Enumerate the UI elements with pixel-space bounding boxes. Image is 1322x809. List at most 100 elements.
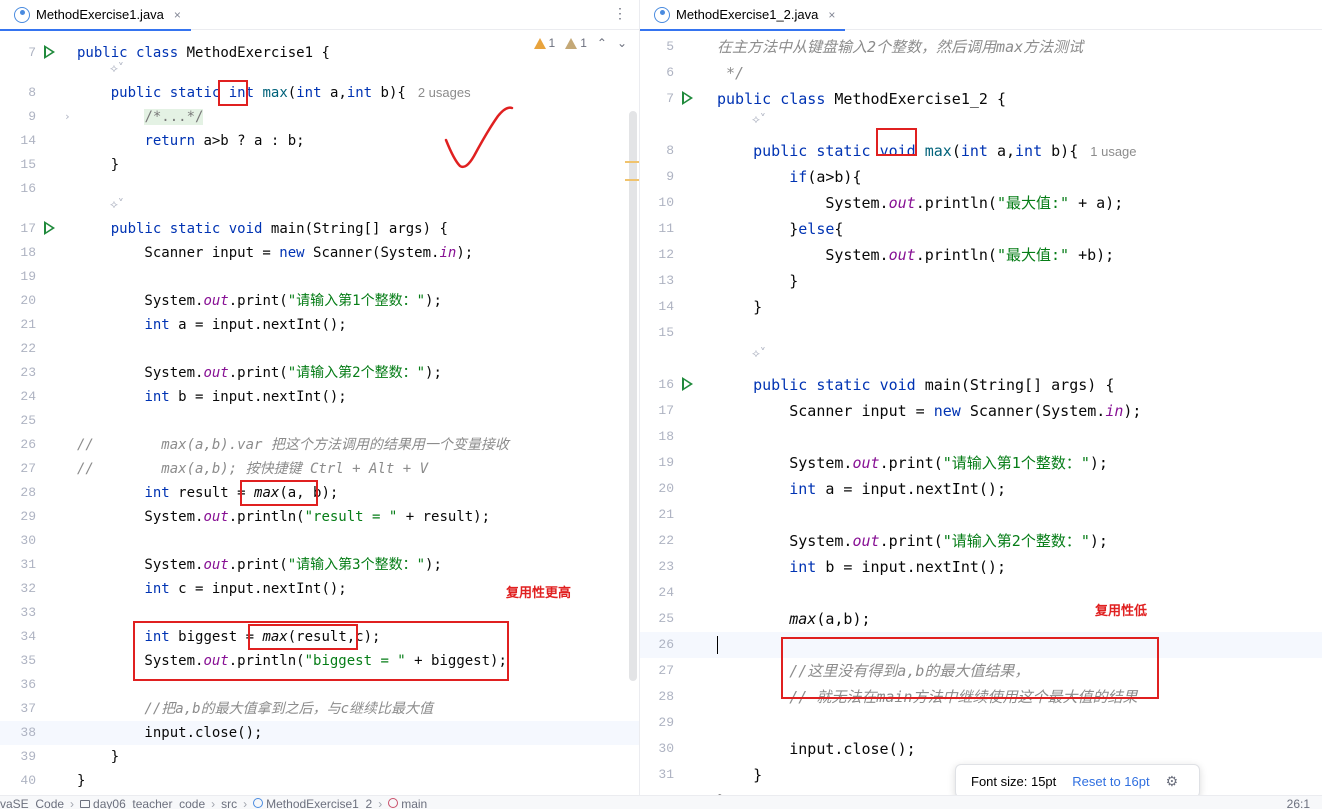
code-text: } — [77, 157, 120, 173]
breadcrumb-module[interactable]: day06_teacher_code — [80, 797, 205, 809]
line-number: 32 — [640, 788, 674, 795]
code-line[interactable]: 8 public static void max(int a,int b){1 … — [640, 138, 1322, 164]
fold-chevron-icon[interactable]: › — [64, 105, 71, 129]
reset-font-size-link[interactable]: Reset to 16pt — [1072, 774, 1149, 789]
breadcrumb-project[interactable]: vaSE_Code — [0, 797, 64, 809]
code-line[interactable]: 15 } — [0, 153, 639, 177]
ai-hint-icon[interactable]: ⟡˅ — [752, 112, 766, 127]
code-line[interactable]: 16 public static void main(String[] args… — [640, 372, 1322, 398]
code-text: int a = input.nextInt(); — [789, 480, 1006, 498]
gear-icon[interactable]: ⚙ — [1166, 773, 1179, 790]
code-line[interactable]: 21 — [640, 502, 1322, 528]
code-text: int b = input.nextInt(); — [789, 558, 1006, 576]
code-line[interactable]: 25 max(a,b); — [640, 606, 1322, 632]
line-number: 17 — [658, 403, 674, 418]
line-number: 31 — [20, 557, 36, 572]
code-text: } — [717, 272, 799, 290]
code-line[interactable]: 14 } — [640, 294, 1322, 320]
code-text: input.close(); — [717, 740, 916, 758]
caret-position[interactable]: 26:1 — [1287, 797, 1310, 809]
code-line[interactable]: 25 — [0, 409, 639, 433]
line-number: 33 — [20, 605, 36, 620]
code-line[interactable]: 23 int b = input.nextInt(); — [640, 554, 1322, 580]
code-line[interactable]: 31 System.out.print("请输入第3个整数："); — [0, 553, 639, 577]
code-line[interactable]: 19 System.out.print("请输入第1个整数："); — [640, 450, 1322, 476]
tab-methodexercise1-2[interactable]: MethodExercise1_2.java × — [640, 0, 846, 31]
code-line[interactable]: 10 System.out.println("最大值:" + a); — [640, 190, 1322, 216]
code-line[interactable]: 26 // max(a,b).var 把这个方法调用的结果用一个变量接收 — [0, 433, 639, 457]
ai-hint-icon[interactable]: ⟡˅ — [752, 346, 766, 361]
breadcrumb-method[interactable]: main — [388, 797, 427, 809]
code-line[interactable]: 18 — [640, 424, 1322, 450]
run-icon[interactable] — [682, 91, 693, 105]
code-line[interactable]: 27 // max(a,b); 按快捷键 Ctrl + Alt + V — [0, 457, 639, 481]
tab-title: MethodExercise1_2.java — [676, 7, 819, 22]
code-line[interactable]: 19 — [0, 265, 639, 289]
code-line[interactable]: 20 int a = input.nextInt(); — [640, 476, 1322, 502]
breadcrumb-module-label: day06_teacher_code — [93, 797, 206, 809]
usages-hint: 1 usage — [1090, 144, 1137, 159]
code-line[interactable]: 28 int result = max(a, b); — [0, 481, 639, 505]
code-text: System.out.print("请输入第1个整数："); — [77, 293, 442, 309]
code-line[interactable]: 22 System.out.print("请输入第2个整数："); — [640, 528, 1322, 554]
code-line[interactable]: 37 //把a,b的最大值拿到之后，与c继续比最大值 — [0, 697, 639, 721]
code-line[interactable]: 14 return a>b ? a : b; — [0, 129, 639, 153]
run-icon[interactable] — [682, 377, 693, 391]
code-text: System.out.print("请输入第3个整数："); — [77, 557, 442, 573]
code-line[interactable]: 12 System.out.println("最大值:" +b); — [640, 242, 1322, 268]
code-line[interactable]: 15 — [640, 320, 1322, 346]
line-number: 25 — [20, 413, 36, 428]
left-tabbar: MethodExercise1.java × ⋮ — [0, 0, 639, 31]
status-bar: vaSE_Code › day06_teacher_code › src › M… — [0, 795, 1322, 809]
code-line[interactable]: 24 — [640, 580, 1322, 606]
code-text: */ — [717, 64, 745, 82]
code-line[interactable]: 13 } — [640, 268, 1322, 294]
code-line[interactable]: 30 input.close(); — [640, 736, 1322, 762]
breadcrumb-class[interactable]: MethodExercise1_2 — [253, 797, 372, 809]
line-number: 18 — [658, 429, 674, 444]
code-line[interactable]: 38 input.close(); — [0, 721, 639, 745]
code-line[interactable]: 7 public class MethodExercise1_2 { — [640, 86, 1322, 112]
code-line[interactable]: 39 } — [0, 745, 639, 769]
line-number: 28 — [658, 689, 674, 704]
code-line[interactable]: 9 if(a>b){ — [640, 164, 1322, 190]
line-number: 21 — [658, 507, 674, 522]
code-line[interactable]: 8 public static int max(int a,int b){2 u… — [0, 81, 639, 105]
code-text: System.out.println("最大值:" +b); — [717, 246, 1115, 264]
code-line[interactable]: 21 int a = input.nextInt(); — [0, 313, 639, 337]
code-line[interactable]: 20 System.out.print("请输入第1个整数："); — [0, 289, 639, 313]
run-icon[interactable] — [44, 221, 55, 235]
code-text: int a = input.nextInt(); — [144, 317, 347, 333]
close-icon[interactable]: × — [828, 8, 835, 22]
line-number: 24 — [658, 585, 674, 600]
code-line[interactable]: 29 — [640, 710, 1322, 736]
breadcrumb-src[interactable]: src — [221, 797, 237, 809]
more-options-icon[interactable]: ⋮ — [613, 6, 627, 22]
code-line[interactable]: 23 System.out.print("请输入第2个整数："); — [0, 361, 639, 385]
code-line[interactable]: 5 在主方法中从键盘输入2个整数，然后调用max方法测试 — [640, 34, 1322, 60]
code-line[interactable]: 16 — [0, 177, 639, 201]
code-line[interactable]: 30 — [0, 529, 639, 553]
highlight-box-max-call — [240, 480, 318, 506]
line-number: 35 — [20, 653, 36, 668]
code-line[interactable]: 6 */ — [640, 60, 1322, 86]
code-line[interactable]: 17 public static void main(String[] args… — [0, 217, 639, 241]
tab-methodexercise1[interactable]: MethodExercise1.java × — [0, 0, 191, 31]
line-number: 22 — [658, 533, 674, 548]
code-line[interactable]: 11 }else{ — [640, 216, 1322, 242]
code-line[interactable]: 18 Scanner input = new Scanner(System.in… — [0, 241, 639, 265]
breadcrumb: vaSE_Code › day06_teacher_code › src › M… — [0, 797, 427, 809]
close-icon[interactable]: × — [174, 8, 181, 22]
code-line[interactable]: 17 Scanner input = new Scanner(System.in… — [640, 398, 1322, 424]
code-line[interactable]: 29 System.out.println("result = " + resu… — [0, 505, 639, 529]
code-line[interactable]: 24 int b = input.nextInt(); — [0, 385, 639, 409]
code-text: System.out.print("请输入第2个整数："); — [77, 365, 442, 381]
code-line[interactable]: 7 public class MethodExercise1 { — [0, 41, 639, 65]
code-line[interactable]: 22 — [0, 337, 639, 361]
run-icon[interactable] — [44, 45, 55, 59]
code-text: }else{ — [717, 220, 844, 238]
line-number: 30 — [20, 533, 36, 548]
code-text: // max(a,b); 按快捷键 Ctrl + Alt + V — [77, 461, 429, 477]
code-line[interactable]: 9 › /*...*/ — [0, 105, 639, 129]
code-line[interactable]: 40} — [0, 769, 639, 793]
